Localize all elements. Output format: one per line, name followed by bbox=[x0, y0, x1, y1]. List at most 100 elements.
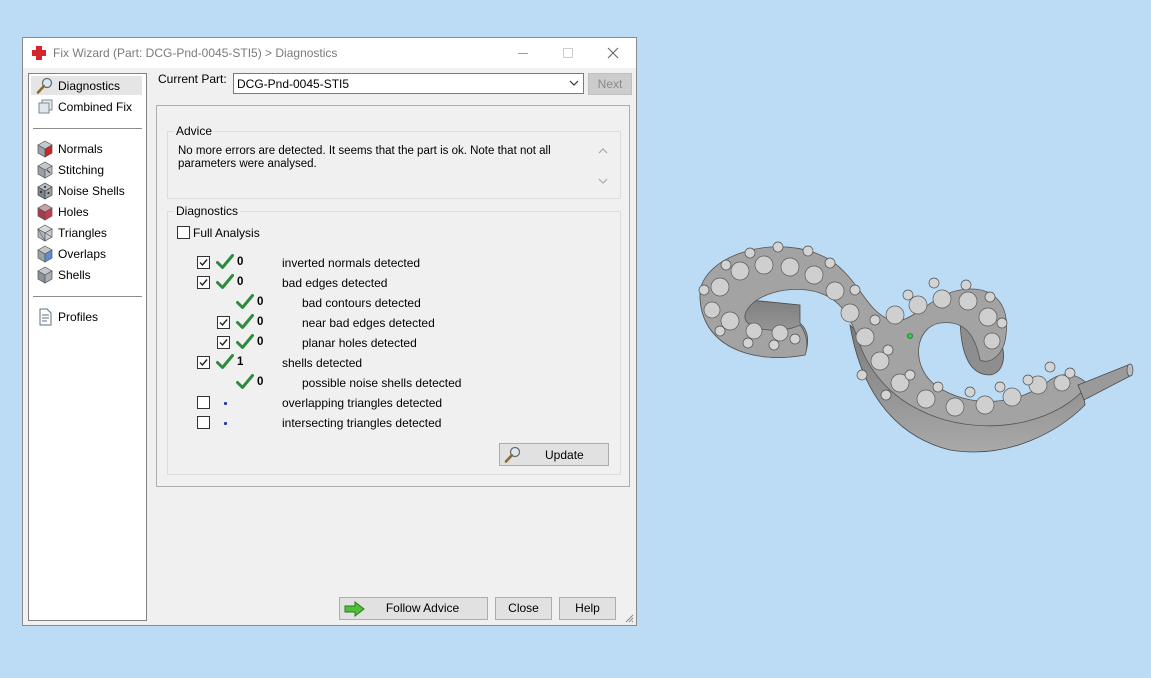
check-ok-icon bbox=[216, 274, 234, 290]
update-label: Update bbox=[545, 448, 584, 462]
minimize-icon bbox=[518, 53, 528, 54]
diagnostic-count: 0 bbox=[257, 336, 264, 348]
close-window-button[interactable] bbox=[590, 38, 636, 68]
magnifier-icon bbox=[504, 446, 521, 463]
full-analysis-label: Full Analysis bbox=[193, 226, 260, 240]
current-part-label: Current Part: bbox=[158, 72, 227, 86]
cube-overlap-icon bbox=[37, 245, 53, 263]
check-ok-icon bbox=[236, 374, 254, 390]
next-button[interactable]: Next bbox=[588, 73, 632, 95]
nav-item-holes[interactable]: Holes bbox=[31, 202, 142, 221]
diagnostic-checkbox[interactable] bbox=[197, 276, 210, 289]
check-ok-icon bbox=[236, 334, 254, 350]
nav-item-diagnostics[interactable]: Diagnostics bbox=[31, 76, 142, 95]
cube-wire-icon bbox=[37, 224, 53, 242]
diagnostic-label: bad edges detected bbox=[282, 276, 388, 290]
chevron-down-icon bbox=[569, 80, 579, 86]
diagnostic-count: 0 bbox=[237, 256, 244, 268]
cube-shell-icon bbox=[37, 266, 53, 284]
title-bar[interactable]: Fix Wizard (Part: DCG-Pnd-0045-STI5) > D… bbox=[23, 38, 636, 68]
diagnostics-panel: Advice No more errors are detected. It s… bbox=[156, 105, 630, 487]
magnifier-icon bbox=[36, 77, 53, 94]
help-label: Help bbox=[575, 601, 600, 615]
nav-item-label: Noise Shells bbox=[58, 184, 125, 198]
update-button[interactable]: Update bbox=[499, 443, 609, 466]
diagnostic-label: planar holes detected bbox=[302, 336, 417, 350]
diagnostic-count: 1 bbox=[237, 356, 244, 368]
diagnostics-title: Diagnostics bbox=[174, 204, 241, 218]
check-ok-icon bbox=[236, 314, 254, 330]
diagnostics-group: Diagnostics Full Analysis 0 inverted norm… bbox=[167, 204, 621, 475]
nav-item-overlaps[interactable]: Overlaps bbox=[31, 244, 142, 263]
check-ok-icon bbox=[216, 254, 234, 270]
close-label: Close bbox=[508, 601, 539, 615]
nav-item-label: Shells bbox=[58, 268, 91, 282]
nav-item-label: Triangles bbox=[58, 226, 107, 240]
nav-item-profiles[interactable]: Profiles bbox=[31, 307, 142, 326]
full-analysis-checkbox[interactable] bbox=[177, 226, 190, 239]
nav-separator bbox=[33, 296, 142, 297]
minimize-button[interactable] bbox=[500, 38, 546, 68]
diagnostic-count: 0 bbox=[257, 296, 264, 308]
status-dot-icon bbox=[224, 422, 227, 425]
diagnostic-count: 0 bbox=[257, 376, 264, 388]
maximize-button[interactable] bbox=[545, 38, 591, 68]
stack-icon bbox=[38, 99, 53, 114]
fix-wizard-window: Fix Wizard (Part: DCG-Pnd-0045-STI5) > D… bbox=[22, 37, 637, 626]
diagnostic-label: near bad edges detected bbox=[302, 316, 435, 330]
status-dot-icon bbox=[224, 402, 227, 405]
diagnostic-label: overlapping triangles detected bbox=[282, 396, 443, 410]
diagnostic-label: shells detected bbox=[282, 356, 363, 370]
nav-item-label: Normals bbox=[58, 142, 103, 156]
check-ok-icon bbox=[216, 354, 234, 370]
close-button[interactable]: Close bbox=[495, 597, 552, 620]
diagnostic-count: 0 bbox=[257, 316, 264, 328]
nav-item-label: Profiles bbox=[58, 310, 99, 324]
current-part-value: DCG-Pnd-0045-STI5 bbox=[237, 77, 350, 91]
nav-item-label: Overlaps bbox=[58, 247, 107, 261]
nav-separator bbox=[33, 128, 142, 129]
arrow-right-icon bbox=[344, 601, 365, 617]
cube-stitch-icon bbox=[37, 161, 53, 179]
diagnostic-checkbox[interactable] bbox=[197, 356, 210, 369]
diagnostic-checkbox[interactable] bbox=[217, 316, 230, 329]
diagnostic-checkbox[interactable] bbox=[197, 256, 210, 269]
dice-icon bbox=[37, 182, 53, 200]
close-icon bbox=[607, 47, 619, 59]
diagnostic-label: bad contours detected bbox=[302, 296, 421, 310]
advice-title: Advice bbox=[174, 124, 215, 138]
nav-item-label: Holes bbox=[58, 205, 89, 219]
nav-item-combined-fix[interactable]: Combined Fix bbox=[31, 97, 142, 116]
check-ok-icon bbox=[236, 294, 254, 310]
current-part-select[interactable]: DCG-Pnd-0045-STI5 bbox=[233, 73, 584, 94]
help-button[interactable]: Help bbox=[559, 597, 616, 620]
diagnostic-label: intersecting triangles detected bbox=[282, 416, 442, 430]
maximize-icon bbox=[563, 48, 573, 58]
diagnostic-checkbox[interactable] bbox=[197, 416, 210, 429]
nav-item-label: Stitching bbox=[58, 163, 105, 177]
nav-item-triangles[interactable]: Triangles bbox=[31, 223, 142, 242]
advice-scrollbar[interactable] bbox=[596, 144, 610, 188]
part-3d-model[interactable] bbox=[690, 235, 1135, 465]
cube-red-icon bbox=[37, 140, 53, 158]
diagnostic-checkbox[interactable] bbox=[197, 396, 210, 409]
nav-item-label: Combined Fix bbox=[58, 100, 133, 114]
resize-grip-icon[interactable] bbox=[624, 613, 634, 623]
nav-item-shells[interactable]: Shells bbox=[31, 265, 142, 284]
window-title: Fix Wizard (Part: DCG-Pnd-0045-STI5) > D… bbox=[53, 46, 338, 60]
nav-item-label: Diagnostics bbox=[58, 79, 121, 93]
nav-item-noise-shells[interactable]: Noise Shells bbox=[31, 181, 142, 200]
diagnostic-label: inverted normals detected bbox=[282, 256, 421, 270]
nav-item-stitching[interactable]: Stitching bbox=[31, 160, 142, 179]
diagnostic-label: possible noise shells detected bbox=[302, 376, 462, 390]
cube-hole-icon bbox=[37, 203, 53, 221]
advice-group: Advice No more errors are detected. It s… bbox=[167, 124, 621, 199]
document-icon bbox=[39, 308, 52, 326]
red-cross-icon bbox=[32, 46, 46, 60]
fix-nav-list: Diagnostics Combined Fix Normals Stitchi… bbox=[28, 73, 147, 621]
nav-item-normals[interactable]: Normals bbox=[31, 139, 142, 158]
diagnostic-count: 0 bbox=[237, 276, 244, 288]
follow-advice-button[interactable]: Follow Advice bbox=[339, 597, 488, 620]
advice-text: No more errors are detected. It seems th… bbox=[178, 145, 551, 170]
diagnostic-checkbox[interactable] bbox=[217, 336, 230, 349]
